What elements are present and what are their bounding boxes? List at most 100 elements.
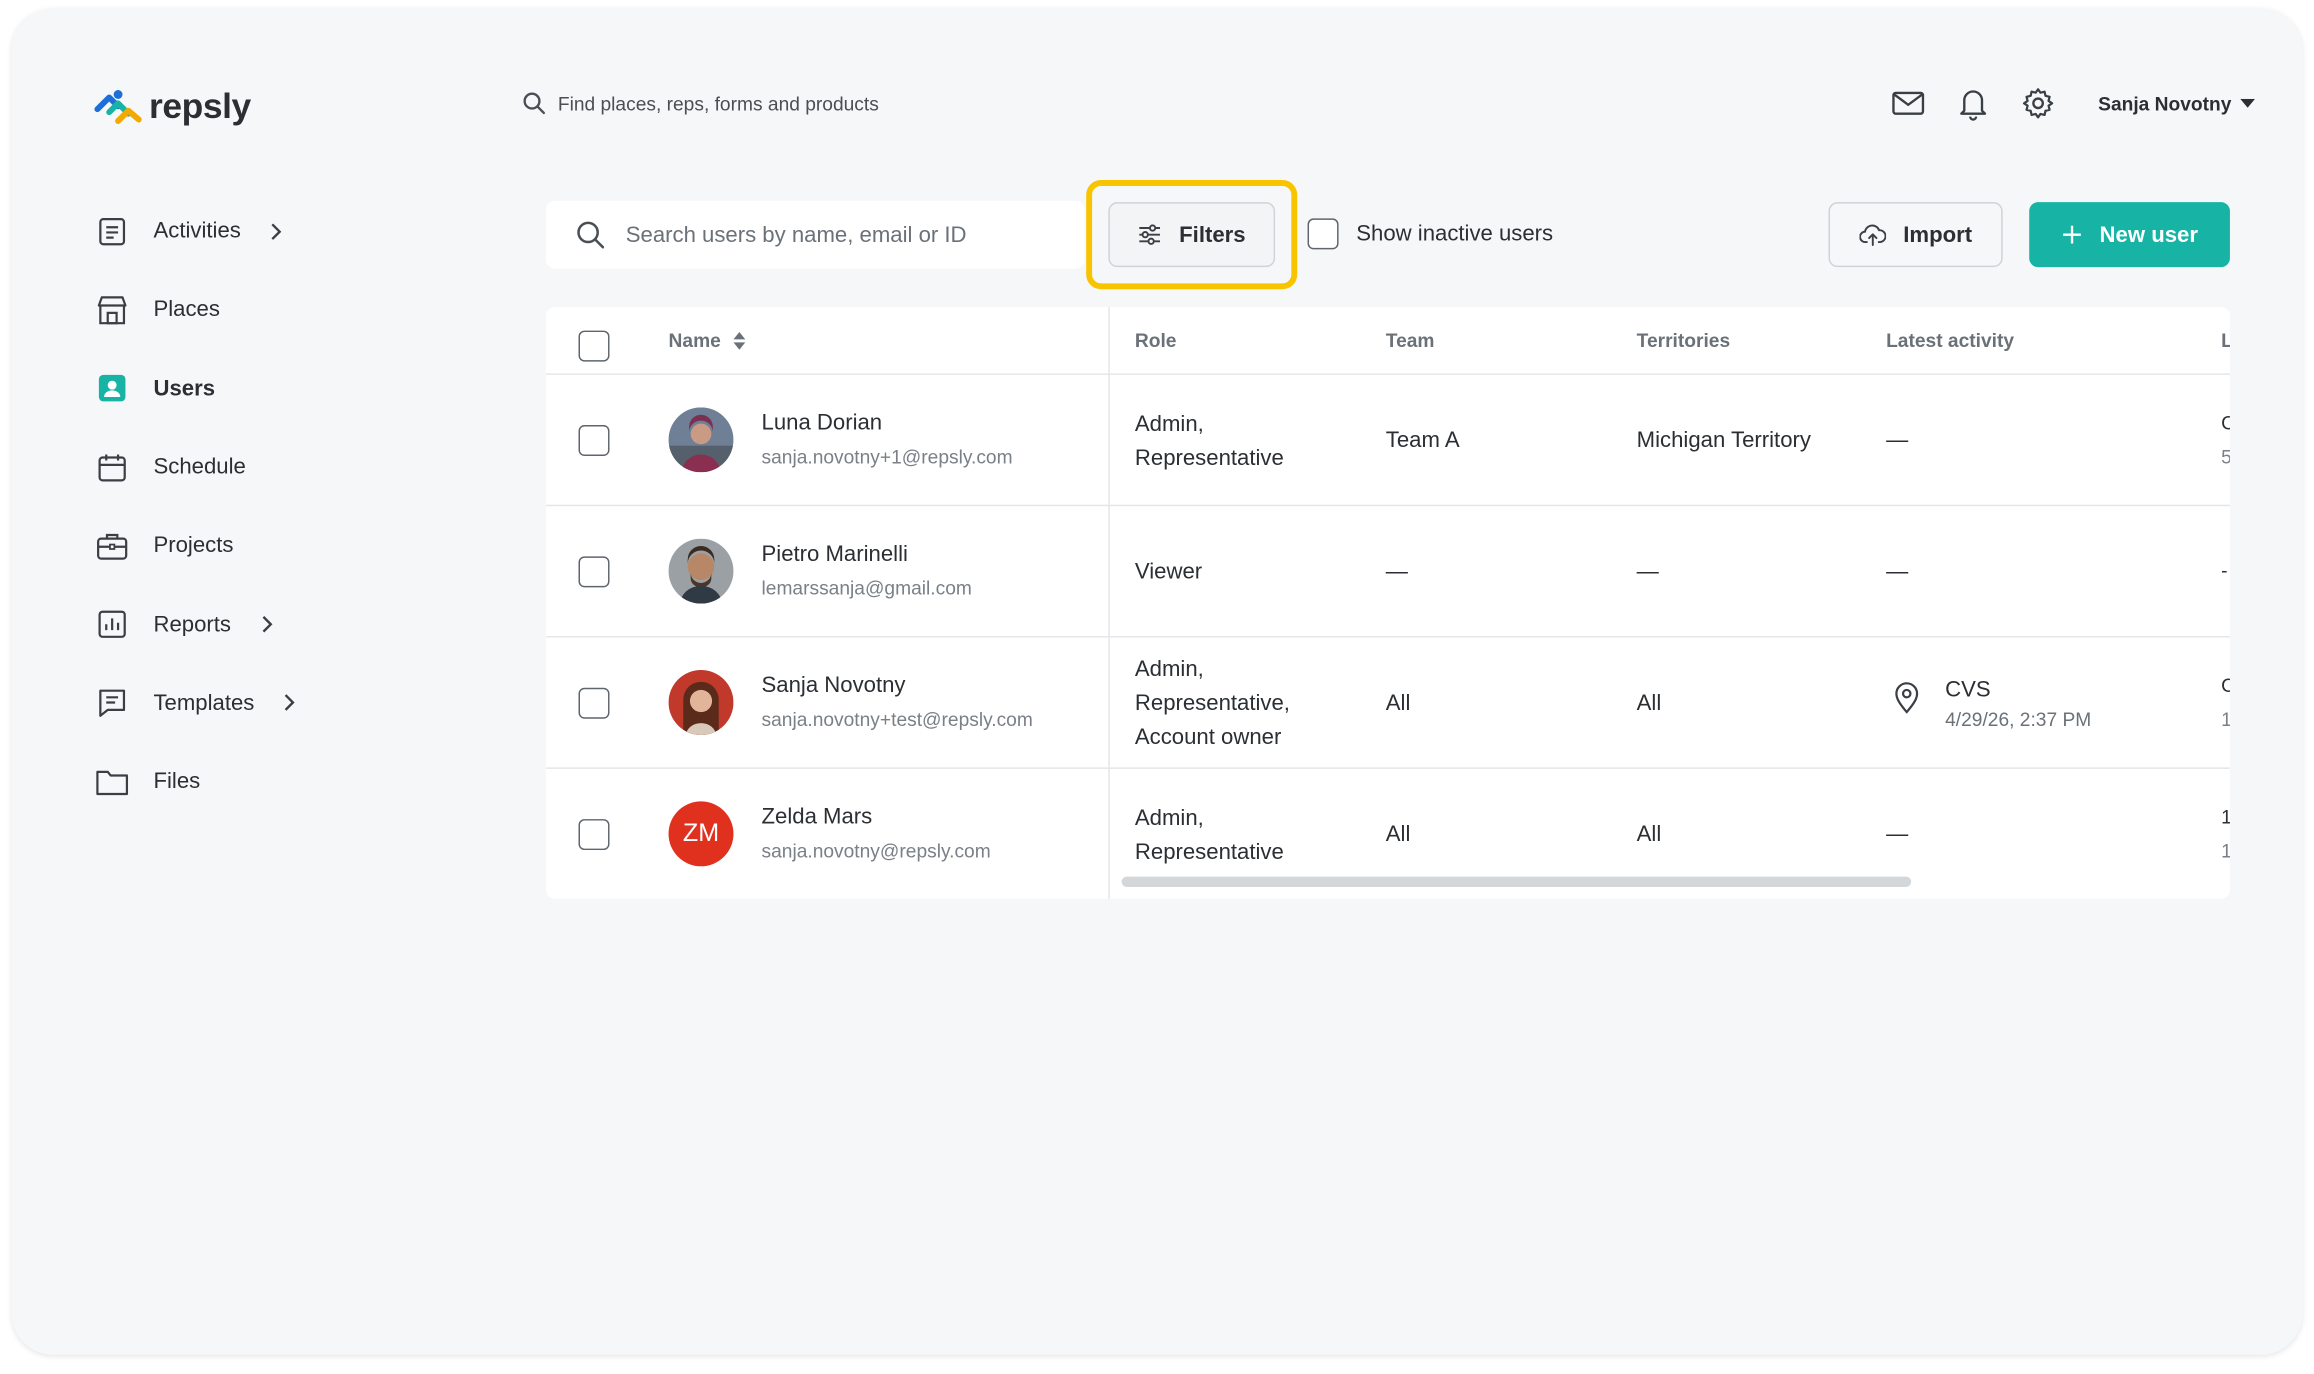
table-row[interactable]: Sanja Novotny sanja.novotny+test@repsly.…	[546, 638, 2230, 769]
repsly-logo[interactable]: repsly	[93, 84, 251, 131]
cut-cell-bottom: 1	[2221, 835, 2230, 867]
sidebar-item-activities[interactable]: Activities	[94, 192, 433, 271]
import-label: Import	[1903, 222, 1973, 248]
horizontal-scrollbar[interactable]	[1121, 876, 1912, 887]
user-team: —	[1385, 559, 1408, 585]
sort-icon	[734, 331, 746, 350]
filters-label: Filters	[1179, 222, 1246, 248]
user-email: sanja.novotny@repsly.com	[761, 839, 991, 862]
role-line: Viewer	[1134, 559, 1203, 585]
repsly-logo-icon	[94, 90, 142, 124]
chevron-right-icon	[270, 222, 282, 240]
sidebar-item-label: Schedule	[153, 454, 246, 480]
search-icon	[577, 221, 605, 249]
sidebar-item-files[interactable]: Files	[94, 742, 433, 821]
sidebar-item-places[interactable]: Places	[94, 271, 433, 350]
chevron-right-icon	[261, 616, 273, 634]
user-name[interactable]: Luna Dorian	[762, 410, 883, 435]
user-latest-activity: —	[1886, 822, 1909, 848]
sidebar: Activities Places Users Schedule Project…	[94, 192, 433, 821]
user-email: sanja.novotny+1@repsly.com	[761, 445, 1013, 468]
import-button[interactable]: Import	[1828, 202, 2003, 268]
chevron-right-icon	[284, 694, 296, 712]
clipboard-icon	[94, 213, 129, 248]
user-search-box	[546, 200, 1085, 269]
sidebar-item-label: Files	[153, 769, 201, 795]
header-actions: Sanja Novotny	[1889, 84, 2256, 122]
role-line: Admin,	[1134, 805, 1204, 831]
user-territories: Michigan Territory	[1636, 427, 1811, 454]
column-header-latest-activity[interactable]: Latest activity	[1886, 329, 2014, 351]
sliders-icon	[1139, 224, 1160, 245]
sidebar-item-users[interactable]: Users	[94, 349, 433, 428]
search-icon	[523, 92, 546, 115]
user-territories: —	[1636, 559, 1659, 585]
new-user-button[interactable]: New user	[2029, 202, 2230, 268]
user-search-input[interactable]	[625, 222, 1054, 248]
cut-cell-top: -	[2221, 559, 2228, 582]
user-email: sanja.novotny+test@repsly.com	[761, 708, 1033, 731]
sidebar-item-label: Users	[153, 375, 216, 402]
table-row[interactable]: Luna Dorian sanja.novotny+1@repsly.com A…	[546, 375, 2230, 507]
avatar: ZM	[668, 801, 734, 867]
column-header-team[interactable]: Team	[1386, 329, 1435, 351]
column-header-role[interactable]: Role	[1135, 329, 1177, 351]
role-line: Admin,	[1134, 656, 1204, 682]
avatar	[668, 670, 734, 735]
activity-time: 4/29/26, 2:37 PM	[1945, 708, 2092, 731]
user-latest-activity[interactable]: CVS 4/29/26, 2:37 PM	[1892, 676, 2091, 735]
plus-icon	[2062, 225, 2081, 244]
table-header: Name Role Team Territories Latest activi…	[546, 307, 2230, 375]
role-line: Admin,	[1134, 411, 1204, 437]
user-latest-activity: —	[1886, 559, 1909, 585]
column-header-cut[interactable]: L	[2221, 329, 2230, 351]
column-header-label: Name	[668, 329, 721, 352]
filters-button[interactable]: Filters	[1108, 202, 1276, 268]
show-inactive-toggle[interactable]: Show inactive users	[1307, 218, 1553, 250]
role-line: Representative,	[1134, 690, 1290, 716]
bell-icon[interactable]	[1954, 84, 1992, 122]
global-search[interactable]: Find places, reps, forms and products	[522, 91, 879, 115]
avatar	[668, 538, 734, 604]
cut-cell-bottom: 5	[2221, 441, 2230, 473]
chart-icon	[94, 607, 129, 642]
user-menu[interactable]: Sanja Novotny	[2098, 92, 2256, 115]
user-name[interactable]: Zelda Mars	[762, 804, 873, 829]
cut-cell-top: 1	[2221, 801, 2230, 833]
global-search-placeholder: Find places, reps, forms and products	[557, 92, 879, 115]
user-territories: All	[1636, 822, 1662, 848]
sidebar-item-label: Places	[153, 297, 220, 323]
gear-icon[interactable]	[2018, 84, 2056, 122]
users-table: Name Role Team Territories Latest activi…	[546, 306, 2230, 899]
select-all-checkbox[interactable]	[578, 330, 610, 362]
user-role: Admin, Representative	[1135, 801, 1284, 869]
row-checkbox[interactable]	[578, 819, 610, 851]
user-team: Team A	[1385, 427, 1460, 454]
user-name: Sanja Novotny	[2098, 92, 2232, 115]
user-email: lemarssanja@gmail.com	[761, 577, 972, 600]
table-row[interactable]: Pietro Marinelli lemarssanja@gmail.com V…	[546, 506, 2230, 638]
user-name[interactable]: Sanja Novotny	[762, 673, 906, 698]
sidebar-item-label: Projects	[153, 533, 234, 559]
sidebar-item-templates[interactable]: Templates	[94, 664, 433, 743]
sidebar-item-label: Reports	[153, 611, 232, 637]
mail-icon[interactable]	[1889, 84, 1927, 122]
row-checkbox[interactable]	[578, 556, 610, 588]
user-name[interactable]: Pietro Marinelli	[762, 542, 908, 567]
sidebar-item-reports[interactable]: Reports	[94, 585, 433, 664]
new-user-label: New user	[2099, 222, 2198, 248]
user-team: All	[1385, 822, 1411, 848]
show-inactive-checkbox[interactable]	[1307, 218, 1339, 250]
sidebar-item-label: Templates	[153, 690, 255, 716]
row-checkbox[interactable]	[578, 687, 610, 719]
user-role: Viewer	[1135, 555, 1202, 589]
column-header-name[interactable]: Name	[669, 329, 748, 351]
sidebar-item-schedule[interactable]: Schedule	[94, 428, 433, 507]
user-territories: All	[1636, 690, 1662, 716]
column-header-territories[interactable]: Territories	[1637, 329, 1730, 351]
user-role: Admin, Representative	[1135, 407, 1284, 475]
row-checkbox[interactable]	[578, 425, 610, 457]
role-line: Representative	[1134, 445, 1284, 471]
sidebar-item-projects[interactable]: Projects	[94, 506, 433, 585]
location-pin-icon	[1895, 682, 1919, 714]
